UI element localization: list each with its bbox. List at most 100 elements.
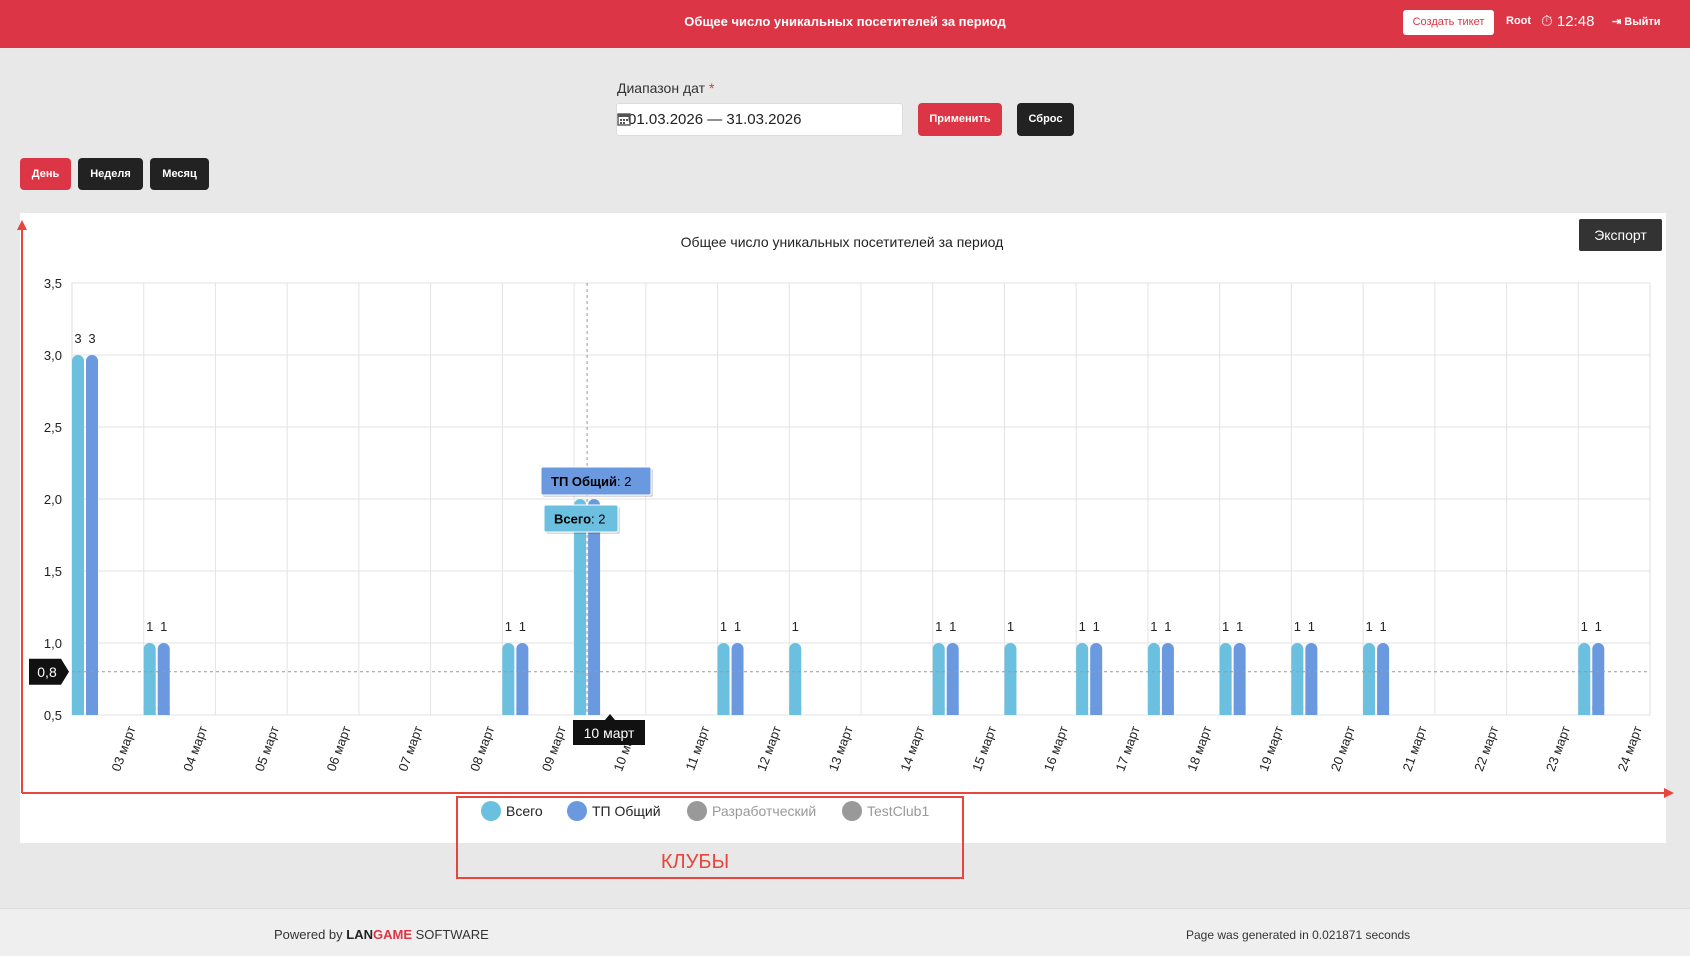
bar-vsego — [1004, 643, 1017, 715]
bar-vsego — [1363, 643, 1376, 715]
bar-vsego-base — [574, 707, 587, 715]
data-label: 3 — [88, 331, 95, 346]
bar-vsego-base — [143, 707, 156, 715]
crosshair-y-label: 0,8 — [37, 664, 57, 680]
bar-vsego-base — [1219, 707, 1232, 715]
bar-vsego — [1291, 643, 1304, 715]
bar-tp-base — [86, 707, 98, 715]
bar-vsego-base — [72, 707, 84, 715]
bar-tp — [157, 643, 170, 715]
bar-tp — [946, 643, 959, 715]
y-tick-label: 2,5 — [44, 420, 62, 435]
bar-vsego-base — [717, 707, 730, 715]
crosshair-x-label: 10 март — [584, 725, 635, 741]
bar-vsego — [1147, 643, 1160, 715]
bar-vsego — [143, 643, 156, 715]
data-label: 1 — [949, 619, 956, 634]
data-label: 1 — [1308, 619, 1315, 634]
y-tick-label: 2,0 — [44, 492, 62, 507]
data-label: 1 — [1379, 619, 1386, 634]
footer: Powered by LANGAME SOFTWARE Page was gen… — [0, 908, 1690, 956]
bar-tp-base — [588, 707, 601, 715]
bar-vsego — [1219, 643, 1232, 715]
x-tick-label: 11 март — [682, 724, 712, 773]
bar-vsego-base — [1004, 707, 1017, 715]
bar-tp-base — [1090, 707, 1103, 715]
bar-vsego — [1076, 643, 1089, 715]
bar-tp — [731, 643, 744, 715]
bar-tp-base — [157, 707, 170, 715]
bar-tp — [1161, 643, 1174, 715]
y-tick-label: 1,5 — [44, 564, 62, 579]
bar-tp — [1233, 643, 1246, 715]
data-label: 1 — [146, 619, 153, 634]
x-tick-label: 16 март — [1041, 724, 1071, 773]
x-tick-label: 18 март — [1184, 724, 1214, 773]
data-label: 1 — [1164, 619, 1171, 634]
x-tick-label: 20 март — [1328, 724, 1358, 773]
legend-swatch — [842, 801, 862, 821]
bar-tp-base — [1592, 707, 1605, 715]
bar-vsego-base — [789, 707, 802, 715]
bar-tp — [1305, 643, 1318, 715]
x-tick-label: 22 март — [1471, 724, 1501, 773]
x-tick-label: 06 март — [324, 724, 354, 773]
bar-vsego — [1578, 643, 1591, 715]
bar-vsego — [789, 643, 802, 715]
chart: Общее число уникальных посетителей за пе… — [17, 220, 1674, 879]
x-tick-label: 07 март — [395, 724, 425, 773]
x-tick-label: 14 март — [897, 724, 927, 773]
bar-tp-base — [946, 707, 959, 715]
bar-tp-base — [1305, 707, 1318, 715]
x-tick-label: 04 март — [180, 724, 210, 773]
bar-vsego-base — [1363, 707, 1376, 715]
bar-vsego-base — [1291, 707, 1304, 715]
data-label: 1 — [734, 619, 741, 634]
bar-tp-base — [731, 707, 744, 715]
data-label: 1 — [1595, 619, 1602, 634]
bar-tp-base — [1161, 707, 1174, 715]
bar-tp-base — [1377, 707, 1390, 715]
powered-by: Powered by LANGAME SOFTWARE — [274, 927, 489, 942]
bar-vsego-base — [1147, 707, 1160, 715]
x-tick-label: 17 март — [1113, 724, 1143, 773]
data-label: 1 — [505, 619, 512, 634]
y-tick-label: 3,5 — [44, 276, 62, 291]
bar-tp-base — [1233, 707, 1246, 715]
bar-tp — [1592, 643, 1605, 715]
bar-vsego — [717, 643, 730, 715]
x-tick-label: 09 март — [539, 724, 569, 773]
y-tick-label: 1,0 — [44, 636, 62, 651]
y-tick-label: 3,0 — [44, 348, 62, 363]
bar-vsego-base — [932, 707, 945, 715]
bar-tp — [1090, 643, 1103, 715]
x-tick-label: 21 март — [1399, 724, 1429, 773]
langame-logo: LANGAME — [346, 927, 412, 942]
data-label: 1 — [1150, 619, 1157, 634]
bar-vsego-base — [502, 707, 515, 715]
bar-tp-base — [516, 707, 529, 715]
legend-swatch — [567, 801, 587, 821]
data-label: 1 — [1093, 619, 1100, 634]
data-label: 3 — [74, 331, 81, 346]
bar-tp — [516, 643, 529, 715]
legend-label: TestClub1 — [867, 803, 929, 819]
y-tick-label: 0,5 — [44, 708, 62, 723]
chart-title: Общее число уникальных посетителей за пе… — [681, 234, 1004, 250]
bar-tp — [1377, 643, 1390, 715]
data-label: 1 — [1222, 619, 1229, 634]
bar-vsego — [502, 643, 515, 715]
data-label: 1 — [1581, 619, 1588, 634]
legend-swatch — [481, 801, 501, 821]
bar-vsego — [932, 643, 945, 715]
data-label: 1 — [720, 619, 727, 634]
annotation-label: КЛУБЫ — [661, 851, 729, 873]
generation-time: Page was generated in 0.021871 seconds — [1186, 928, 1411, 942]
legend-label: Разработческий — [712, 803, 816, 819]
data-label: 1 — [1294, 619, 1301, 634]
bar-vsego — [72, 355, 84, 715]
data-label: 1 — [1365, 619, 1372, 634]
data-label: 1 — [1007, 619, 1014, 634]
bar-vsego-base — [1578, 707, 1591, 715]
data-label: 1 — [792, 619, 799, 634]
